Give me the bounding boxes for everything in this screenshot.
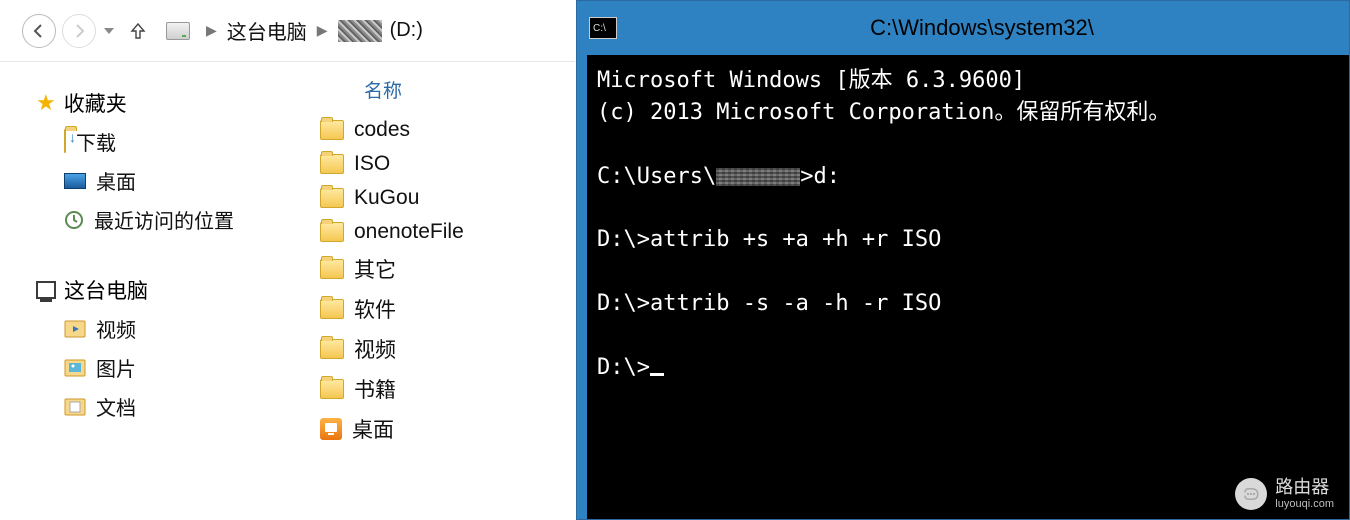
documents-library-icon bbox=[64, 396, 86, 418]
list-item[interactable]: 视频 bbox=[320, 329, 567, 369]
cmd-output-line: (c) 2013 Microsoft Corporation。保留所有权利。 bbox=[597, 97, 1339, 129]
list-item-label: codes bbox=[354, 118, 410, 142]
list-item-label: KuGou bbox=[354, 186, 419, 210]
redacted-drive-label bbox=[338, 20, 382, 42]
breadcrumb-drive-letter[interactable]: (D:) bbox=[390, 19, 423, 42]
cmd-command-line: D:\>attrib +s +a +h +r ISO bbox=[597, 224, 1339, 256]
list-item[interactable]: KuGou bbox=[320, 181, 567, 215]
folder-icon bbox=[320, 188, 344, 208]
list-item-label: 软件 bbox=[354, 294, 396, 324]
list-item[interactable]: 软件 bbox=[320, 289, 567, 329]
folder-icon bbox=[320, 154, 344, 174]
sidebar-item-recent[interactable]: 最近访问的位置 bbox=[36, 200, 292, 239]
watermark: 路由器 luyouqi.com bbox=[1235, 478, 1334, 510]
cursor-icon bbox=[650, 373, 664, 376]
list-item-label: 桌面 bbox=[352, 414, 394, 444]
computer-icon bbox=[36, 281, 56, 299]
list-item-label: ISO bbox=[354, 152, 390, 176]
folder-icon bbox=[320, 379, 344, 399]
watermark-logo-icon bbox=[1235, 478, 1267, 510]
videos-library-icon bbox=[64, 318, 86, 340]
cmd-command-line: D:\>attrib -s -a -h -r ISO bbox=[597, 288, 1339, 320]
list-item-label: 其它 bbox=[354, 254, 396, 284]
back-button[interactable] bbox=[22, 14, 56, 48]
sidebar-item-label: 下载 bbox=[76, 127, 116, 156]
file-explorer-window: ▶ 这台电脑 ▶ (D:) ★ 收藏夹 ↓ 下载 桌面 bbox=[0, 0, 575, 520]
cmd-current-prompt: D:\> bbox=[597, 352, 1339, 384]
sidebar-item-desktop[interactable]: 桌面 bbox=[36, 161, 292, 200]
cmd-icon: C:\ bbox=[589, 17, 617, 39]
this-pc-header[interactable]: 这台电脑 bbox=[36, 275, 292, 305]
pictures-library-icon bbox=[64, 357, 86, 379]
explorer-body: ★ 收藏夹 ↓ 下载 桌面 最近访问的位置 bbox=[0, 62, 575, 520]
list-item-desktop[interactable]: 桌面 bbox=[320, 409, 567, 449]
list-item-label: onenoteFile bbox=[354, 220, 464, 244]
sidebar-item-label: 文档 bbox=[96, 392, 136, 421]
list-item[interactable]: 书籍 bbox=[320, 369, 567, 409]
folder-icon bbox=[64, 129, 66, 153]
this-pc-label: 这台电脑 bbox=[64, 275, 148, 305]
breadcrumb[interactable]: ▶ 这台电脑 ▶ (D:) bbox=[166, 13, 561, 49]
cmd-blank-line bbox=[597, 320, 1339, 352]
star-icon: ★ bbox=[36, 90, 56, 116]
folder-icon bbox=[320, 222, 344, 242]
cmd-output-line: Microsoft Windows [版本 6.3.9600] bbox=[597, 65, 1339, 97]
cmd-prompt-line: C:\Users\>d: bbox=[597, 161, 1339, 193]
download-arrow-icon: ↓ bbox=[69, 129, 76, 145]
list-item[interactable]: 其它 bbox=[320, 249, 567, 289]
chevron-right-icon: ▶ bbox=[206, 22, 217, 39]
recent-places-icon bbox=[64, 210, 84, 230]
watermark-name: 路由器 bbox=[1275, 478, 1334, 498]
watermark-domain: luyouqi.com bbox=[1275, 498, 1334, 510]
desktop-icon bbox=[64, 173, 86, 189]
up-button[interactable] bbox=[126, 19, 150, 43]
folder-icon bbox=[320, 120, 344, 140]
sidebar-item-pictures[interactable]: 图片 bbox=[36, 348, 292, 387]
explorer-toolbar: ▶ 这台电脑 ▶ (D:) bbox=[0, 0, 575, 62]
sidebar-item-downloads[interactable]: ↓ 下载 bbox=[36, 122, 292, 161]
list-item[interactable]: ISO bbox=[320, 147, 567, 181]
list-item-label: 视频 bbox=[354, 334, 396, 364]
favorites-header[interactable]: ★ 收藏夹 bbox=[36, 88, 292, 118]
cmd-window-title: C:\Windows\system32\ bbox=[627, 15, 1337, 41]
cmd-blank-line bbox=[597, 256, 1339, 288]
folder-icon bbox=[320, 259, 344, 279]
cmd-titlebar[interactable]: C:\ C:\Windows\system32\ bbox=[577, 1, 1349, 55]
sidebar-item-label: 视频 bbox=[96, 314, 136, 343]
drive-icon bbox=[166, 22, 190, 40]
favorites-label: 收藏夹 bbox=[64, 88, 127, 118]
file-list-pane: 名称 codes ISO KuGou onenoteFile 其它 bbox=[300, 62, 575, 520]
breadcrumb-this-pc[interactable]: 这台电脑 bbox=[227, 16, 307, 45]
folder-icon bbox=[320, 299, 344, 319]
redacted-username bbox=[716, 168, 800, 186]
list-item[interactable]: codes bbox=[320, 113, 567, 147]
sidebar-item-label: 图片 bbox=[96, 353, 136, 382]
command-prompt-window: C:\ C:\Windows\system32\ Microsoft Windo… bbox=[576, 0, 1350, 520]
forward-button[interactable] bbox=[62, 14, 96, 48]
list-item[interactable]: onenoteFile bbox=[320, 215, 567, 249]
cmd-blank-line bbox=[597, 129, 1339, 161]
sidebar-item-label: 最近访问的位置 bbox=[94, 205, 234, 234]
desktop-folder-icon bbox=[320, 418, 342, 440]
history-dropdown-icon[interactable] bbox=[102, 28, 116, 34]
cmd-output-area[interactable]: Microsoft Windows [版本 6.3.9600](c) 2013 … bbox=[587, 55, 1349, 519]
column-header-name[interactable]: 名称 bbox=[320, 76, 567, 103]
chevron-right-icon: ▶ bbox=[317, 22, 328, 39]
sidebar-item-label: 桌面 bbox=[96, 166, 136, 195]
list-item-label: 书籍 bbox=[354, 374, 396, 404]
sidebar-item-documents[interactable]: 文档 bbox=[36, 387, 292, 426]
sidebar-item-videos[interactable]: 视频 bbox=[36, 309, 292, 348]
folder-icon bbox=[320, 339, 344, 359]
cmd-blank-line bbox=[597, 193, 1339, 225]
navigation-pane: ★ 收藏夹 ↓ 下载 桌面 最近访问的位置 bbox=[0, 62, 300, 520]
